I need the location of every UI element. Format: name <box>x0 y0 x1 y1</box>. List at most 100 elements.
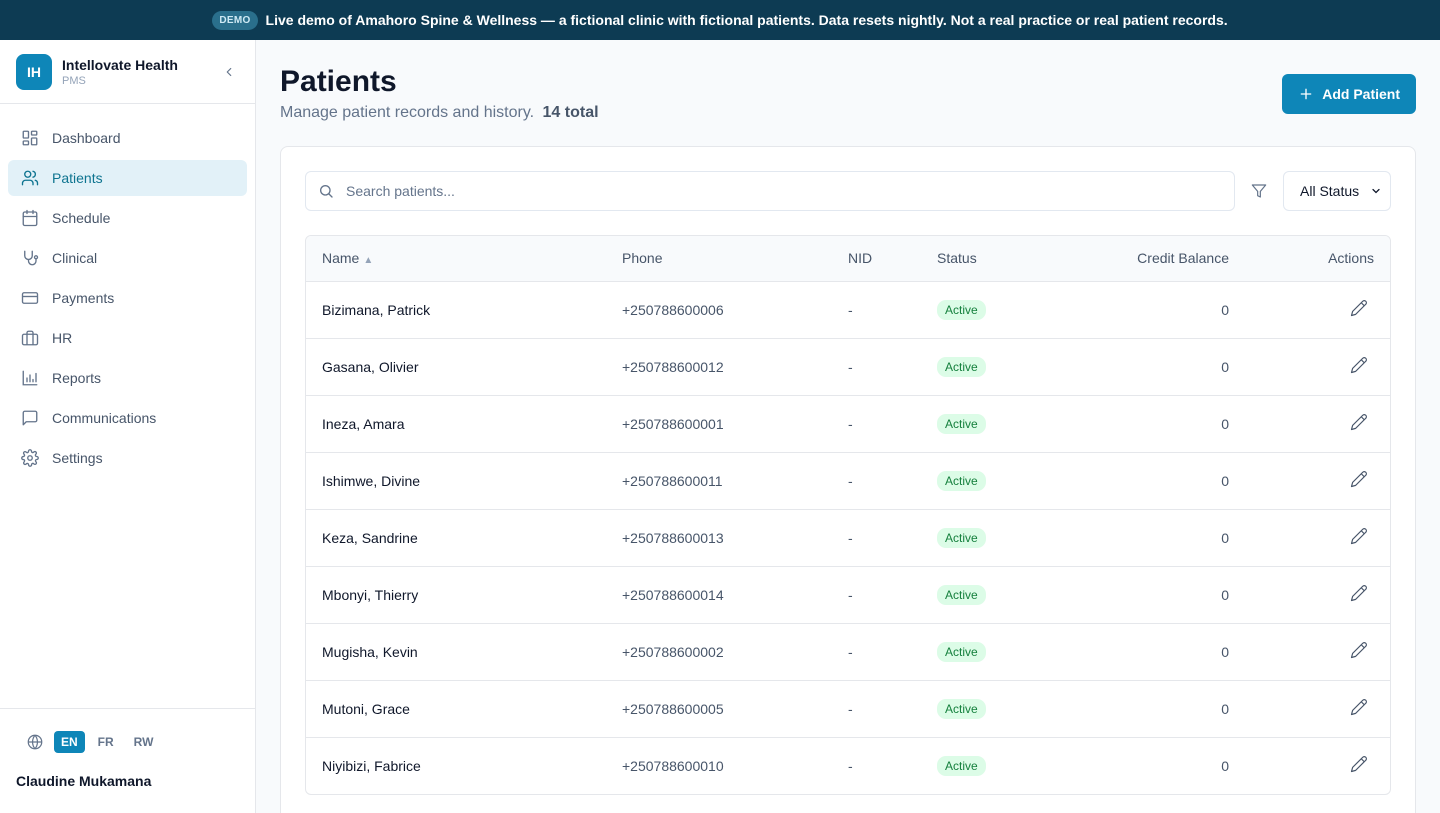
edit-icon[interactable] <box>1350 470 1368 488</box>
add-patient-button[interactable]: Add Patient <box>1282 74 1416 114</box>
status-badge: Active <box>937 698 986 719</box>
chevron-down-icon <box>1370 185 1382 197</box>
patient-phone: +250788600014 <box>622 586 724 603</box>
patient-credit-balance: 0 <box>1221 301 1229 318</box>
patient-credit-balance: 0 <box>1221 586 1229 603</box>
sidebar-item-communications[interactable]: Communications <box>8 400 247 436</box>
status-badge: Active <box>937 755 986 776</box>
column-label: Name <box>322 250 360 267</box>
sidebar-item-hr[interactable]: HR <box>8 320 247 356</box>
table-row[interactable]: Ineza, Amara +250788600001 - Active 0 <box>306 395 1390 452</box>
table-row[interactable]: Niyibizi, Fabrice +250788600010 - Active… <box>306 737 1390 794</box>
patient-name[interactable]: Gasana, Olivier <box>306 338 606 395</box>
edit-icon[interactable] <box>1350 299 1368 317</box>
sidebar-item-label: Dashboard <box>52 130 121 146</box>
search-input[interactable] <box>346 183 1222 199</box>
table-row[interactable]: Mutoni, Grace +250788600005 - Active 0 <box>306 680 1390 737</box>
table-row[interactable]: Bizimana, Patrick +250788600006 - Active… <box>306 281 1390 338</box>
patient-actions <box>1245 566 1390 623</box>
patient-nid: - <box>848 358 853 375</box>
sort-asc-icon: ▲ <box>363 255 374 267</box>
patient-phone: +250788600011 <box>622 472 723 489</box>
patient-nid: - <box>848 643 853 660</box>
page-subtitle-text: Manage patient records and history. <box>280 104 535 121</box>
sidebar-item-label: Communications <box>52 410 157 426</box>
sidebar-item-label: Payments <box>52 290 115 306</box>
table-toolbar: All Status <box>305 171 1391 211</box>
patient-credit-balance: 0 <box>1221 757 1229 774</box>
patient-credit-balance: 0 <box>1221 643 1229 660</box>
table-row[interactable]: Mbonyi, Thierry +250788600014 - Active 0 <box>306 566 1390 623</box>
sidebar-item-patients[interactable]: Patients <box>8 160 247 196</box>
briefcase-icon <box>20 328 40 348</box>
patient-name[interactable]: Mutoni, Grace <box>306 680 606 737</box>
dashboard-icon <box>20 128 40 148</box>
status-badge: Active <box>937 641 986 662</box>
patient-actions <box>1245 395 1390 452</box>
edit-icon[interactable] <box>1350 641 1368 659</box>
users-icon <box>20 168 40 188</box>
page-subtitle: Manage patient records and history. 14 t… <box>280 104 599 122</box>
sidebar-item-label: Reports <box>52 370 102 386</box>
patient-nid: - <box>848 415 853 432</box>
table-row[interactable]: Keza, Sandrine +250788600013 - Active 0 <box>306 509 1390 566</box>
patient-phone: +250788600005 <box>622 700 724 717</box>
patient-credit-balance: 0 <box>1221 700 1229 717</box>
language-fr-button[interactable]: FR <box>91 731 121 753</box>
edit-icon[interactable] <box>1350 584 1368 602</box>
patient-name[interactable]: Ishimwe, Divine <box>306 452 606 509</box>
gear-icon <box>20 448 40 468</box>
table-header-row: Name ▲ Phone NID Status Credit Balance Ac… <box>306 236 1390 281</box>
patient-phone: +250788600010 <box>622 757 724 774</box>
patient-actions <box>1245 281 1390 338</box>
language-en-button[interactable]: EN <box>54 731 85 753</box>
patient-name[interactable]: Niyibizi, Fabrice <box>306 737 606 794</box>
globe-icon <box>26 733 44 751</box>
column-header-actions: Actions <box>1328 250 1374 267</box>
patient-status-cell: Active <box>921 680 1071 737</box>
edit-icon[interactable] <box>1350 527 1368 545</box>
sidebar-item-schedule[interactable]: Schedule <box>8 200 247 236</box>
brand-logo: IH <box>16 53 52 90</box>
edit-icon[interactable] <box>1350 698 1368 716</box>
sidebar-nav: Dashboard Patients Schedule Clinical Pay… <box>0 104 255 492</box>
patient-name[interactable]: Mbonyi, Thierry <box>306 566 606 623</box>
status-badge: Active <box>937 413 986 434</box>
table-row[interactable]: Mugisha, Kevin +250788600002 - Active 0 <box>306 623 1390 680</box>
plus-icon <box>1298 86 1314 102</box>
chevron-left-icon[interactable] <box>219 62 239 82</box>
edit-icon[interactable] <box>1350 755 1368 773</box>
patient-status-cell: Active <box>921 338 1071 395</box>
column-header-name[interactable]: Name ▲ <box>306 236 606 281</box>
patient-actions <box>1245 452 1390 509</box>
table-row[interactable]: Gasana, Olivier +250788600012 - Active 0 <box>306 338 1390 395</box>
patients-card: All Status Name▲ <box>280 146 1416 813</box>
calendar-icon <box>20 208 40 228</box>
language-rw-button[interactable]: RW <box>127 731 161 753</box>
sidebar-item-settings[interactable]: Settings <box>8 440 247 476</box>
edit-icon[interactable] <box>1350 356 1368 374</box>
patient-name[interactable]: Mugisha, Kevin <box>306 623 606 680</box>
edit-icon[interactable] <box>1350 413 1368 431</box>
patient-name[interactable]: Ineza, Amara <box>306 395 606 452</box>
patient-actions <box>1245 737 1390 794</box>
sidebar-item-clinical[interactable]: Clinical <box>8 240 247 276</box>
patient-phone: +250788600002 <box>622 643 724 660</box>
patient-status-cell: Active <box>921 281 1071 338</box>
patient-phone: +250788600001 <box>622 415 724 432</box>
table-row[interactable]: Ishimwe, Divine +250788600011 - Active 0 <box>306 452 1390 509</box>
patient-nid: - <box>848 301 853 318</box>
patient-credit-balance: 0 <box>1221 415 1229 432</box>
search-icon <box>318 183 334 199</box>
sidebar-item-dashboard[interactable]: Dashboard <box>8 120 247 156</box>
demo-badge: DEMO <box>212 10 258 30</box>
patient-nid: - <box>848 529 853 546</box>
patient-status-cell: Active <box>921 566 1071 623</box>
patient-status-cell: Active <box>921 737 1071 794</box>
sidebar-item-payments[interactable]: Payments <box>8 280 247 316</box>
patient-name[interactable]: Keza, Sandrine <box>306 509 606 566</box>
patients-table: Name ▲ Phone NID Status Credit Balance Ac… <box>305 235 1391 795</box>
status-filter-select[interactable]: All Status <box>1283 171 1391 211</box>
sidebar-item-reports[interactable]: Reports <box>8 360 247 396</box>
patient-name[interactable]: Bizimana, Patrick <box>306 281 606 338</box>
